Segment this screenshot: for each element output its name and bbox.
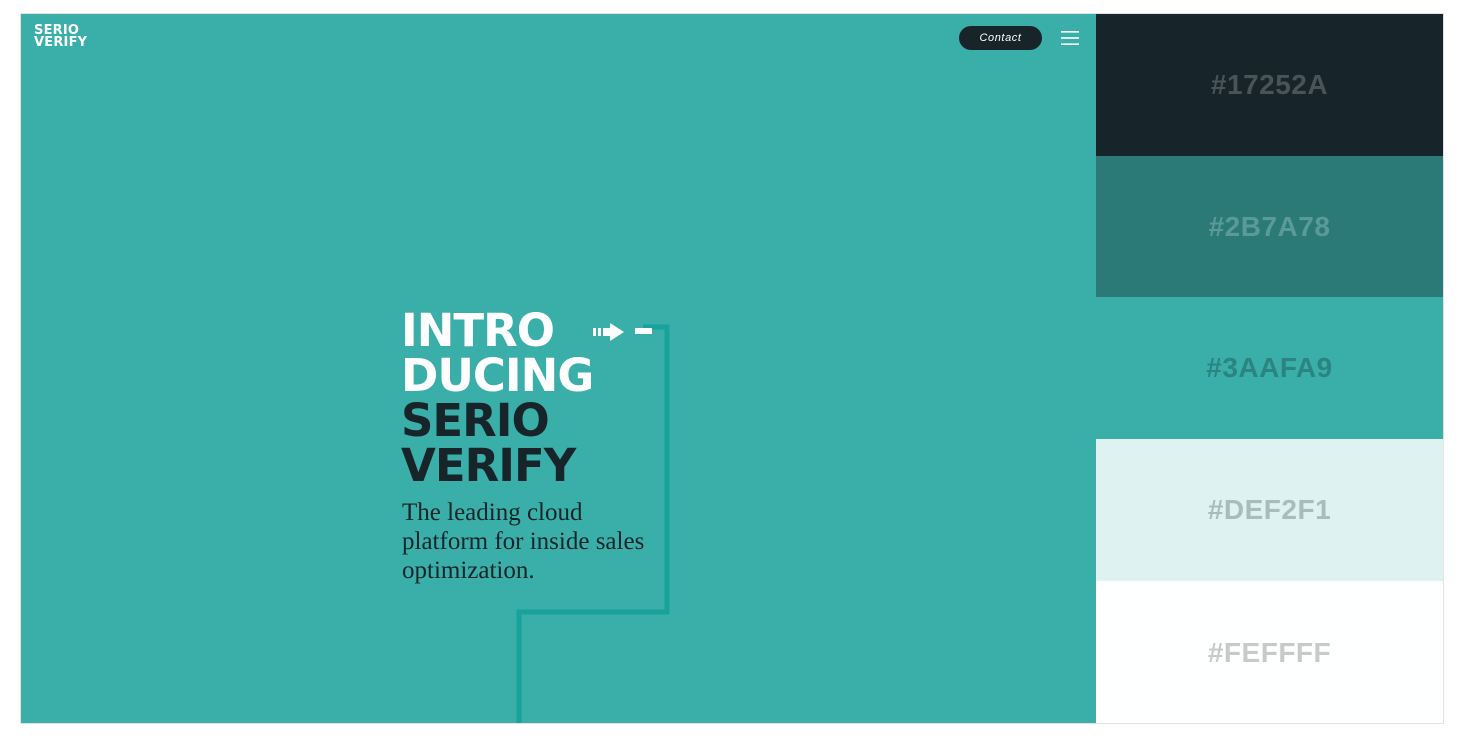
swatch-label: #DEF2F1 [1207,494,1332,525]
browser-frame: SERIO VERIFY Contact INTRO DUCING SERIO … [20,13,1444,724]
swatch-light: #DEF2F1 [1096,439,1443,581]
swatch-accent: #3AAFA9 [1096,297,1443,439]
headline-line-2: DUCING [401,349,594,402]
hero-section: SERIO VERIFY Contact INTRO DUCING SERIO … [21,14,1096,723]
contact-button[interactable]: Contact [959,26,1042,50]
logo[interactable]: SERIO VERIFY [34,24,88,50]
swatch-label: #FEFFFF [1207,637,1332,668]
swatch-mid: #2B7A78 [1096,156,1443,297]
swatch-label: #17252A [1210,69,1329,100]
logo-line-2: VERIFY [34,35,88,50]
color-palette: #17252A #2B7A78 #3AAFA9 #DEF2F1 #FEFFFF [1096,14,1443,723]
hero-headline: INTRO DUCING SERIO VERIFY [401,304,594,492]
hamburger-menu-icon[interactable] [1061,30,1079,46]
headline-line-3: SERIO [401,394,550,447]
arrow-right-icon [593,323,652,341]
swatch-dark: #17252A [1096,14,1443,156]
swatch-label: #3AAFA9 [1206,352,1333,383]
headline-line-4: VERIFY [401,439,576,492]
swatch-white: #FEFFFF [1096,581,1443,723]
headline-line-1: INTRO [401,304,555,357]
hero-tagline: The leading cloud platform for inside sa… [402,499,645,584]
swatch-label: #2B7A78 [1208,210,1331,242]
